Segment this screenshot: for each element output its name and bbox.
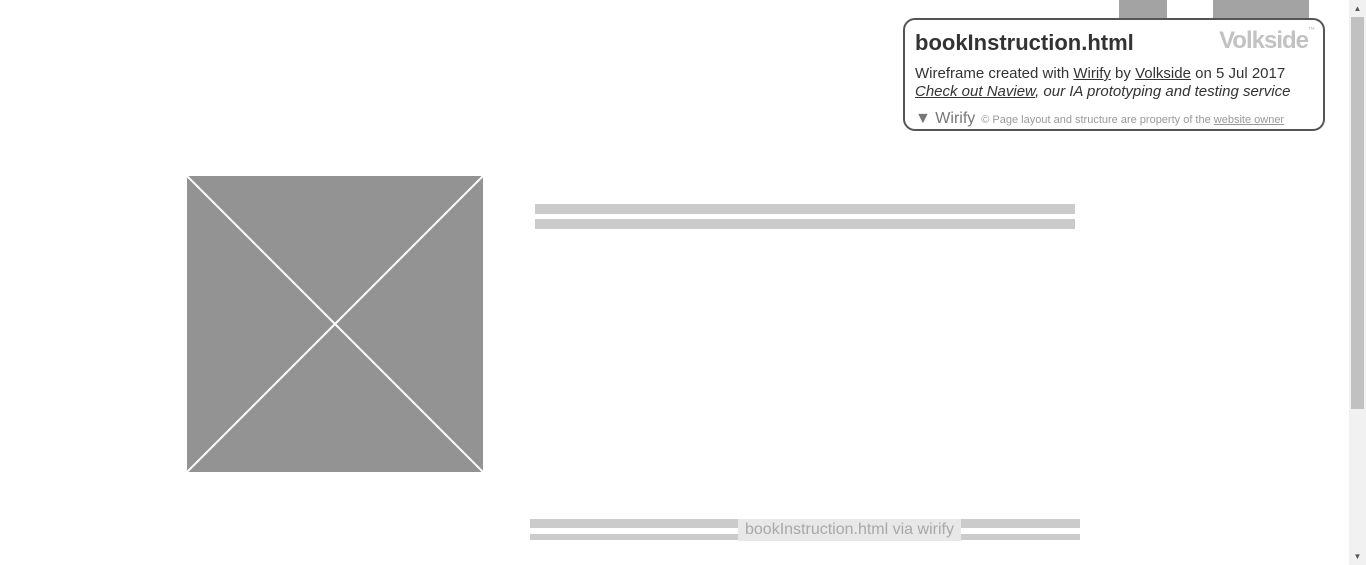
text-placeholder-line	[535, 204, 1075, 214]
volkside-logo[interactable]: Volkside™	[1219, 27, 1315, 55]
wirify-info-card: bookInstruction.html Volkside™ Wireframe…	[903, 18, 1325, 131]
wirify-watermark: bookInstruction.html via wirify	[738, 519, 961, 541]
trademark-mark: ™	[1308, 27, 1315, 34]
scrollbar-thumb[interactable]	[1351, 17, 1364, 409]
card-footer: ▼ Wirify © Page layout and structure are …	[915, 110, 1284, 128]
volkside-link[interactable]: Volkside	[1135, 65, 1191, 82]
card-promo-line: Check out Naview, our IA prototyping and…	[915, 83, 1290, 100]
credit-by-text: by	[1110, 65, 1136, 82]
vertical-scrollbar[interactable]: ▲ ▼	[1349, 0, 1366, 565]
copyright-notice: © Page layout and structure are property…	[981, 114, 1284, 126]
text-placeholder-line	[535, 219, 1075, 229]
naview-link[interactable]: Check out Naview	[915, 83, 1035, 100]
copyright-text: © Page layout and structure are property…	[981, 114, 1214, 126]
scroll-down-arrow-icon[interactable]: ▼	[1349, 548, 1366, 565]
image-placeholder-cross-icon	[187, 176, 483, 472]
card-credit-line: Wireframe created with Wirify by Volksid…	[915, 65, 1285, 82]
wirify-toggle-button[interactable]: ▼ Wirify	[915, 110, 975, 127]
credit-date-text: on 5 Jul 2017	[1190, 65, 1286, 82]
website-owner-link[interactable]: website owner	[1214, 114, 1284, 126]
scroll-up-arrow-icon[interactable]: ▲	[1349, 0, 1366, 17]
promo-text: , our IA prototyping and testing service	[1035, 83, 1291, 100]
image-placeholder	[187, 176, 483, 472]
credit-text: Wireframe created with	[915, 65, 1074, 82]
volkside-logo-text: Volkside	[1219, 27, 1309, 54]
wirify-link[interactable]: Wirify	[1073, 65, 1111, 82]
card-title: bookInstruction.html	[915, 30, 1134, 55]
